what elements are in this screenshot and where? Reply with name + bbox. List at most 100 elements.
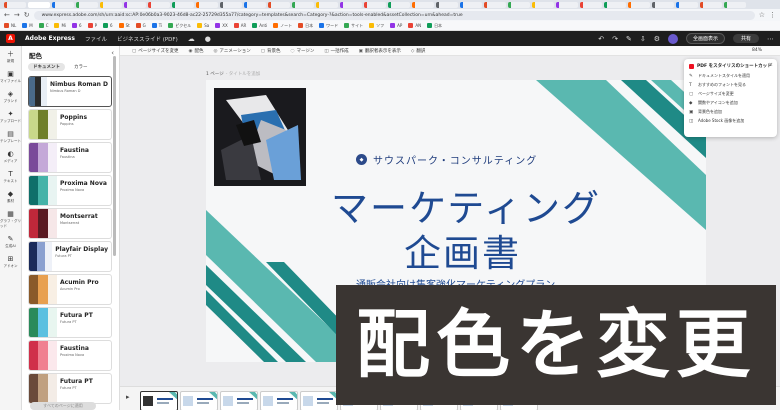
toolbar-item[interactable]: ◇ 翻訳 (411, 48, 425, 54)
undo-icon[interactable]: ↶ (598, 35, 604, 43)
file-menu[interactable]: ファイル (85, 35, 107, 43)
bookmark-item[interactable]: ワード (319, 23, 338, 29)
bookmark-item[interactable]: C (38, 23, 48, 29)
extensions-icon[interactable]: ⋮ (769, 11, 776, 19)
toolbar-item[interactable]: ▣ 翻訳者表示を表示 (359, 48, 401, 54)
bookmark-item[interactable]: Mi (54, 23, 66, 29)
rail-item[interactable]: T テキスト (4, 170, 18, 184)
add-title-link[interactable]: - タイトルを追加 (226, 72, 261, 77)
browser-tab[interactable] (604, 1, 626, 8)
theme-card[interactable]: Proxima Nova Proxima Nova (28, 175, 112, 206)
user-avatar[interactable] (667, 33, 678, 44)
bookmark-item[interactable]: NL (4, 23, 16, 29)
bookmark-item[interactable]: ソフ (369, 23, 384, 29)
bookmark-item[interactable]: P (87, 23, 97, 29)
back-icon[interactable]: ← (4, 11, 10, 19)
theme-card[interactable]: Futura PT Futura PT (28, 373, 112, 404)
rail-item[interactable]: ⊞ アドオン (4, 255, 18, 269)
rail-item[interactable]: ＋新規 (7, 50, 14, 64)
browser-tab[interactable] (652, 1, 674, 8)
rail-item[interactable]: ✎ 生成AI (5, 235, 15, 249)
browser-tab[interactable] (364, 1, 386, 8)
browser-tab[interactable] (292, 1, 314, 8)
theme-card[interactable]: Poppins Poppins (28, 109, 112, 140)
rail-item[interactable]: ◐ メディア (4, 150, 18, 164)
browser-tab[interactable] (532, 1, 554, 8)
document-title[interactable]: ビジネススライド (PDF) (117, 35, 178, 43)
browser-tab[interactable] (436, 1, 458, 8)
browser-tab[interactable] (700, 1, 722, 8)
rail-item[interactable]: ✦ アップロード (0, 110, 21, 124)
browser-tab[interactable] (484, 1, 506, 8)
shortcut-item[interactable]: T おすすめのフォントを見る (689, 82, 772, 88)
toolbar-item[interactable]: ▢ 背景色 (261, 48, 281, 54)
bookmark-item[interactable]: XX (215, 23, 228, 29)
bookmark-item[interactable]: 日本 (298, 23, 313, 29)
redo-icon[interactable]: ↷ (612, 35, 618, 43)
adobe-express-logo-icon[interactable]: A (6, 34, 15, 43)
theme-card[interactable]: Montserrat Montserrat (28, 208, 112, 239)
browser-tab[interactable] (52, 1, 74, 8)
panel-scrollbar[interactable] (113, 56, 116, 256)
shortcut-item[interactable]: ▢ ページサイズを変更 (689, 91, 772, 97)
comment-icon[interactable]: ✎ (626, 35, 632, 43)
theme-card[interactable]: Futura PT Futura PT (28, 307, 112, 338)
url-field[interactable]: www.express.adobe.com/sh/urn:aaid:sc:AP:… (33, 10, 755, 20)
shortcut-item[interactable]: ◫ Adobe Stock 画像を追加 (689, 118, 772, 124)
bookmark-item[interactable]: サイト (344, 23, 363, 29)
thumbnail-controls-icon[interactable]: ▸ (126, 393, 130, 401)
browser-tab[interactable] (556, 1, 578, 8)
browser-tab[interactable] (4, 1, 26, 8)
chat-icon[interactable]: ● (205, 35, 211, 43)
toolbar-item[interactable]: ◫ 一括作成 (324, 48, 348, 54)
browser-tab[interactable] (580, 1, 602, 8)
toolbar-item[interactable]: ▢ ページサイズを変更 (132, 48, 179, 54)
browser-tab[interactable] (196, 1, 218, 8)
browser-tab[interactable] (676, 1, 698, 8)
theme-card[interactable]: Faustina Faustina (28, 142, 112, 173)
shortcut-item[interactable]: ◆ 関数やアイコンを追加 (689, 100, 772, 106)
browser-tab[interactable] (148, 1, 170, 8)
browser-tab[interactable] (220, 1, 242, 8)
bookmark-item[interactable]: Ti (151, 23, 162, 29)
bookmark-item[interactable]: ノート (273, 23, 292, 29)
theme-card[interactable]: Faustina Proxima Nova (28, 340, 112, 371)
bookmark-item[interactable]: Anti (252, 23, 267, 29)
browser-tab[interactable] (172, 1, 194, 8)
bookmark-item[interactable]: G (135, 23, 146, 29)
zoom-level[interactable]: 84% (752, 48, 762, 53)
rail-item[interactable]: ◆ 素材 (7, 190, 14, 204)
browser-tab[interactable] (244, 1, 266, 8)
theme-card[interactable]: Acumin Pro Acumin Pro (28, 274, 112, 305)
browser-tab[interactable] (340, 1, 362, 8)
bookmark-item[interactable]: AR (233, 23, 246, 29)
close-icon[interactable]: × (769, 62, 773, 68)
share-button[interactable]: 共有 (732, 34, 759, 43)
browser-tab[interactable] (124, 1, 146, 8)
bookmark-item[interactable]: 6 (103, 23, 113, 29)
page-thumbnail[interactable] (180, 391, 218, 410)
company-name[interactable]: サウスパーク・コンサルティング (373, 152, 537, 167)
browser-tab[interactable] (508, 1, 530, 8)
browser-tab[interactable] (100, 1, 122, 8)
browser-tab[interactable] (460, 1, 482, 8)
slide-title-line-2[interactable]: 企画書 (404, 223, 521, 277)
browser-tab[interactable] (724, 1, 746, 8)
page-thumbnail[interactable] (300, 391, 338, 410)
rail-item[interactable]: ▤ テンプレート (0, 130, 21, 144)
browser-tab[interactable] (412, 1, 434, 8)
tab-document[interactable]: ドキュメント (28, 63, 65, 71)
shortcut-item[interactable]: ▣ 背景色を追加 (689, 109, 772, 115)
bookmark-item[interactable]: Sa (197, 23, 209, 29)
bookmark-item[interactable]: ピクセル (168, 23, 191, 29)
bookmark-item[interactable]: 6 (72, 23, 82, 29)
shortcut-item[interactable]: ✎ ドキュメントスタイルを適用 (689, 73, 772, 79)
browser-tab[interactable] (316, 1, 338, 8)
browser-tab[interactable] (268, 1, 290, 8)
toolbar-item[interactable]: ◉ 配色 (189, 48, 204, 54)
apply-all-pages-button[interactable]: すべてのページに適用 (30, 402, 96, 410)
browser-tab[interactable] (76, 1, 98, 8)
page-thumbnail[interactable] (220, 391, 258, 410)
rail-item[interactable]: ▣ マイファイル (0, 70, 21, 84)
bookmark-item[interactable]: AP (390, 23, 402, 29)
